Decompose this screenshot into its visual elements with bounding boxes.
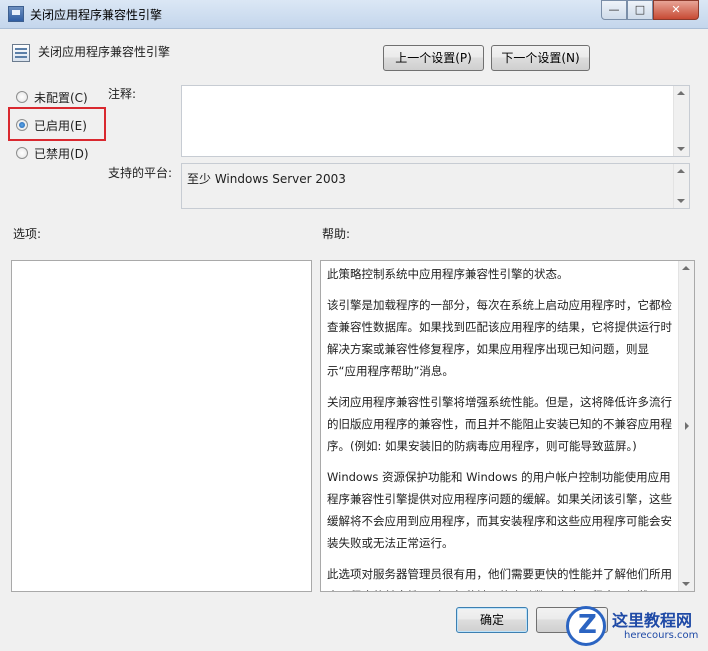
watermark-logo-icon xyxy=(566,606,606,646)
help-scrollbar[interactable] xyxy=(678,261,694,591)
policy-setting-icon xyxy=(12,44,30,62)
watermark-url: herecours.com xyxy=(624,630,699,641)
help-paragraph: Windows 资源保护功能和 Windows 的用户帐户控制功能使用应用程序兼… xyxy=(327,470,672,550)
close-button[interactable]: ✕ xyxy=(653,0,699,20)
platform-scrollbar[interactable] xyxy=(673,164,689,208)
option-disabled-label: 已禁用(D) xyxy=(34,147,89,161)
enabled-highlight-frame xyxy=(8,107,106,141)
scroll-down-icon[interactable] xyxy=(677,147,685,151)
maximize-button[interactable]: □ xyxy=(627,0,653,20)
previous-setting-button[interactable]: 上一个设置(P) xyxy=(383,45,484,71)
window-titlebar[interactable]: 关闭应用程序兼容性引擎 — □ ✕ xyxy=(0,0,708,29)
comment-scrollbar[interactable] xyxy=(673,86,689,156)
scroll-up-icon[interactable] xyxy=(682,266,690,270)
scroll-up-icon[interactable] xyxy=(677,169,685,173)
comment-label: 注释: xyxy=(108,87,137,101)
help-panel[interactable]: 此策略控制系统中应用程序兼容性引擎的状态。 该引擎是加载程序的一部分，每次在系统… xyxy=(320,260,695,592)
platform-textbox: 至少 Windows Server 2003 xyxy=(181,163,690,209)
options-label: 选项: xyxy=(13,227,42,241)
window-title: 关闭应用程序兼容性引擎 xyxy=(30,8,163,22)
comment-textbox[interactable] xyxy=(181,85,690,157)
policy-name: 关闭应用程序兼容性引擎 xyxy=(38,45,171,59)
next-setting-button[interactable]: 下一个设置(N) xyxy=(491,45,590,71)
radio-not-configured[interactable] xyxy=(16,91,28,103)
app-icon xyxy=(8,6,24,22)
help-paragraph: 此策略控制系统中应用程序兼容性引擎的状态。 xyxy=(327,267,569,281)
option-not-configured-label: 未配置(C) xyxy=(34,91,88,105)
scroll-down-icon[interactable] xyxy=(677,199,685,203)
scroll-position-icon xyxy=(685,422,689,430)
radio-disabled[interactable] xyxy=(16,147,28,159)
watermark-text: 这里教程网 xyxy=(612,611,693,630)
ok-button[interactable]: 确定 xyxy=(456,607,528,633)
scroll-up-icon[interactable] xyxy=(677,91,685,95)
help-paragraph: 关闭应用程序兼容性引擎将增强系统性能。但是，这将降低许多流行的旧版应用程序的兼容… xyxy=(327,395,672,453)
platform-value: 至少 Windows Server 2003 xyxy=(187,172,346,186)
help-paragraph: 该引擎是加载程序的一部分，每次在系统上启动应用程序时，它都检查兼容性数据库。如果… xyxy=(327,298,672,378)
help-text: 此策略控制系统中应用程序兼容性引擎的状态。 该引擎是加载程序的一部分，每次在系统… xyxy=(321,261,676,591)
platform-label: 支持的平台: xyxy=(108,166,173,180)
scroll-down-icon[interactable] xyxy=(682,582,690,586)
options-panel[interactable] xyxy=(11,260,312,592)
minimize-button[interactable]: — xyxy=(601,0,627,20)
help-label: 帮助: xyxy=(322,227,351,241)
help-paragraph: 此选项对服务器管理员很有用，他们需要更快的性能并了解他们所用应用程序的兼容性。对… xyxy=(327,567,672,591)
site-watermark: 这里教程网 herecours.com xyxy=(562,604,708,651)
